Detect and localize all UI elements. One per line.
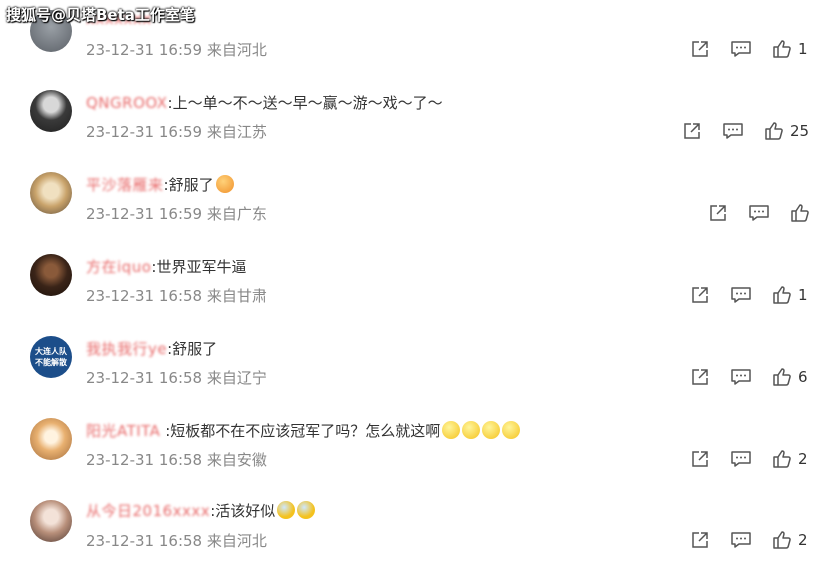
thumbs-up-icon (773, 531, 791, 549)
comment-location: 来自安徽 (206, 451, 267, 469)
comment-icon (749, 205, 769, 221)
share-button[interactable] (690, 367, 710, 387)
comment-date: 23-12-31 16:58 (86, 369, 203, 387)
scream-emoji-icon (277, 501, 296, 519)
avatar[interactable] (30, 500, 72, 542)
comment-button[interactable] (730, 285, 752, 305)
thumbs-up-icon (791, 204, 809, 222)
comment-item: 从今日2016xxxx:活该好似 23-12-31 16:58 来自河北 2 (0, 492, 820, 574)
username[interactable]: 阳光ATITA (86, 422, 160, 440)
comment-icon (731, 532, 751, 548)
comment-date: 23-12-31 16:58 (86, 532, 203, 550)
share-button[interactable] (690, 285, 710, 305)
comment-location: 来自江苏 (206, 123, 267, 141)
comment-date: 23-12-31 16:58 (86, 451, 203, 469)
like-count: 2 (798, 531, 808, 549)
share-icon (692, 41, 708, 57)
like-button[interactable]: 1 (772, 285, 808, 305)
share-icon (710, 205, 726, 221)
comment-button[interactable] (722, 121, 744, 141)
comment-item: 平沙落雁来:舒服了 23-12-31 16:59 来自广东 (0, 164, 820, 246)
share-button[interactable] (708, 203, 728, 223)
comment-button[interactable] (730, 449, 752, 469)
watermark: 搜狐号@贝塔Beta工作室笔 (6, 6, 195, 24)
thumbs-up-icon (773, 450, 791, 468)
share-icon (692, 287, 708, 303)
like-button[interactable]: 1 (772, 39, 808, 59)
comment-button[interactable] (748, 203, 770, 223)
comment-icon (731, 41, 751, 57)
comment-text: 舒服了 (172, 340, 218, 358)
dizzy-face-emoji-icon (442, 421, 461, 439)
username[interactable]: 从今日2016xxxx (86, 502, 210, 520)
share-icon (692, 451, 708, 467)
comment-item: 方在iquo:世界亚军牛逼 23-12-31 16:58 来自甘肃 1 (0, 246, 820, 328)
comment-button[interactable] (730, 367, 752, 387)
like-count: 2 (798, 450, 808, 468)
like-button[interactable]: 2 (772, 449, 808, 469)
comment-button[interactable] (730, 530, 752, 550)
share-button[interactable] (682, 121, 702, 141)
dizzy-face-emoji-icon (462, 421, 481, 439)
share-button[interactable] (690, 39, 710, 59)
comment-date: 23-12-31 16:59 (86, 123, 203, 141)
like-button[interactable]: 2 (772, 530, 808, 550)
share-icon (692, 369, 708, 385)
comment-icon (731, 287, 751, 303)
thumbs-up-icon (773, 368, 791, 386)
like-button[interactable] (790, 203, 816, 223)
comment-button[interactable] (730, 39, 752, 59)
comment-text: 短板都不在不应该冠军了吗？怎么就这啊 (170, 422, 441, 440)
thumbs-up-icon (765, 122, 783, 140)
comment-icon (723, 123, 743, 139)
like-button[interactable]: 25 (764, 121, 809, 141)
comment-item: 大连人队 不能解散 我执我行ye:舒服了 23-12-31 16:58 来自辽宁… (0, 328, 820, 410)
dizzy-face-emoji-icon (502, 421, 521, 439)
avatar[interactable] (30, 254, 72, 296)
avatar[interactable]: 大连人队 不能解散 (30, 336, 72, 378)
comment-text: 世界亚军牛逼 (156, 258, 247, 276)
like-count: 1 (798, 286, 808, 304)
comment-location: 来自广东 (206, 205, 267, 223)
share-button[interactable] (690, 449, 710, 469)
avatar[interactable] (30, 418, 72, 460)
comment-date: 23-12-31 16:59 (86, 41, 203, 59)
avatar[interactable] (30, 172, 72, 214)
thumbs-up-icon (773, 40, 791, 58)
comment-location: 来自河北 (206, 532, 267, 550)
share-icon (692, 532, 708, 548)
comment-text: 活该好似 (215, 502, 276, 520)
username[interactable]: 平沙落雁来 (86, 176, 164, 194)
share-icon (684, 123, 700, 139)
scream-emoji-icon (297, 501, 316, 519)
smiling-emoji-icon (215, 175, 234, 193)
comment-date: 23-12-31 16:58 (86, 287, 203, 305)
avatar-text: 不能解散 (35, 358, 67, 367)
comment-date: 23-12-31 16:59 (86, 205, 203, 223)
comment-location: 来自辽宁 (206, 369, 267, 387)
comment-location: 来自甘肃 (206, 287, 267, 305)
like-count: 6 (798, 368, 808, 386)
comment-icon (731, 451, 751, 467)
comment-item: QNGROOX:上～单～不～送～早～赢～游～戏～了～ 23-12-31 16:5… (0, 82, 820, 164)
username[interactable]: 方在iquo (86, 258, 151, 276)
comment-icon (731, 369, 751, 385)
like-button[interactable]: 6 (772, 367, 808, 387)
comment-text: 上～单～不～送～早～赢～游～戏～了～ (172, 94, 443, 112)
username[interactable]: 我执我行ye (86, 340, 167, 358)
comment-item: 阳光ATITA :短板都不在不应该冠军了吗？怎么就这啊 23-12-31 16:… (0, 410, 820, 492)
comment-location: 来自河北 (206, 41, 267, 59)
dizzy-face-emoji-icon (482, 421, 501, 439)
thumbs-up-icon (773, 286, 791, 304)
comment-text: 舒服了 (168, 176, 214, 194)
like-count: 25 (790, 122, 810, 140)
username[interactable]: QNGROOX (86, 94, 168, 112)
like-count: 1 (798, 40, 808, 58)
share-button[interactable] (690, 530, 710, 550)
avatar-text: 大连人队 (35, 347, 67, 356)
avatar[interactable] (30, 90, 72, 132)
